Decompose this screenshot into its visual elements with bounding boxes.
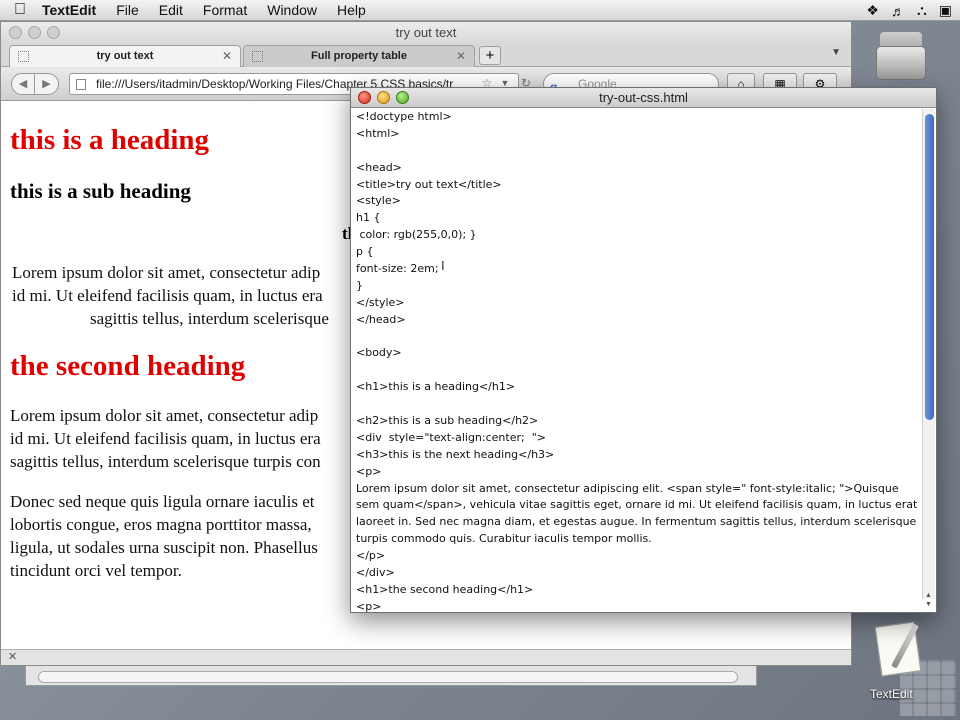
code-line: <style> (356, 194, 401, 208)
text-cursor-icon: I (441, 258, 445, 273)
code-line: <h1>the second heading</h1> (356, 582, 534, 596)
vertical-scrollbar[interactable] (922, 109, 935, 599)
textedit-title-bar[interactable]: try-out-css.html (351, 88, 936, 108)
paragraph-1-line-3: sagittis tellus, interdum scelerisque (90, 309, 329, 328)
code-line: laoreet in. Sed nec magna diam, et egest… (356, 515, 917, 529)
paragraph-1-line-1: Lorem ipsum dolor sit amet, consectetur … (12, 263, 321, 282)
wifi-icon[interactable]: ⛬ (917, 2, 927, 19)
paragraph-3-line-4: tincidunt orci vel tempor. (10, 561, 182, 580)
code-line: <h2>this is a sub heading</h2> (356, 414, 539, 428)
tab-close-icon[interactable]: ✕ (456, 46, 466, 67)
code-line: <h3>this is the next heading</h3> (356, 447, 555, 461)
code-line: <h1>this is a heading</h1> (356, 380, 516, 394)
menu-extras: ❖ ♬ ⛬ ▣ (866, 0, 952, 21)
menu-bar:  TextEdit File Edit Format Window Help … (0, 0, 960, 21)
close-icon[interactable] (358, 91, 371, 104)
menu-window[interactable]: Window (257, 2, 327, 18)
page-heading-second: the second heading (10, 350, 246, 382)
dock-label: TextEdit (870, 687, 913, 701)
minimize-icon[interactable] (28, 26, 41, 39)
code-line: <p> (356, 599, 382, 612)
tab-full-property-table[interactable]: Full property table ✕ (243, 45, 475, 67)
browser-window-controls (9, 26, 60, 39)
menu-format[interactable]: Format (193, 2, 257, 18)
paragraph-2-line-1: Lorem ipsum dolor sit amet, consectetur … (10, 406, 319, 425)
paragraph-3-line-1: Donec sed neque quis ligula ornare iacul… (10, 492, 315, 511)
scroll-thumb[interactable] (925, 114, 934, 420)
tab-list-chevron-down-icon[interactable]: ▼ (831, 47, 841, 58)
volume-icon[interactable]: ♬ (891, 3, 905, 19)
code-line: } (356, 278, 363, 292)
page-icon (76, 79, 86, 90)
paragraph-1-line-2: id mi. Ut eleifend facilisis quam, in lu… (12, 286, 323, 305)
navigation-buttons: ◀ ▶ (11, 73, 59, 95)
code-line: <!doctype html> (356, 110, 452, 123)
textedit-window-title: try-out-css.html (599, 90, 688, 105)
code-line: color: rgb(255,0,0); } (356, 228, 477, 242)
browser-title-bar[interactable]: try out text (1, 22, 851, 43)
textedit-window-controls (358, 91, 409, 104)
paragraph-2-line-3: sagittis tellus, interdum scelerisque tu… (10, 452, 321, 471)
code-line: </style> (356, 295, 405, 309)
code-line: <div style="text-align:center; "> (356, 430, 546, 444)
code-line: </p> (356, 549, 386, 563)
code-line: h1 { (356, 211, 381, 225)
tab-try-out-text[interactable]: try out text ✕ (9, 45, 241, 67)
textedit-window: try-out-css.html <!doctype html> <html> <h… (350, 87, 937, 613)
app-menu-textedit[interactable]: TextEdit (40, 2, 106, 18)
code-line: <p> (356, 464, 382, 478)
code-line: <head> (356, 160, 402, 174)
menu-help[interactable]: Help (327, 2, 376, 18)
zoom-icon[interactable] (47, 26, 60, 39)
code-line: Lorem ipsum dolor sit amet, consectetur … (356, 481, 899, 495)
tab-close-icon[interactable]: ✕ (222, 46, 232, 67)
textedit-dock-icon[interactable] (872, 621, 928, 678)
minimize-icon[interactable] (377, 91, 390, 104)
tab-label: try out text (96, 50, 154, 62)
menu-edit[interactable]: Edit (149, 2, 193, 18)
code-line: sem quam</span>, vehicula vitae sagittis… (356, 498, 918, 512)
apple-menu-icon[interactable]:  (0, 1, 40, 19)
code-line: </div> (356, 566, 395, 580)
code-line: turpis commodo quis. Curabitur iaculis t… (356, 532, 652, 546)
forward-arrow-icon[interactable]: ▶ (35, 73, 59, 95)
code-line: <body> (356, 346, 402, 360)
code-line: <title>try out text</title> (356, 177, 502, 191)
back-arrow-icon[interactable]: ◀ (11, 73, 35, 95)
tab-label: Full property table (311, 50, 407, 62)
code-line: <html> (356, 126, 400, 140)
page-sub-heading: this is a sub heading (10, 179, 191, 203)
battery-icon[interactable]: ▣ (939, 2, 952, 19)
scroll-arrows[interactable]: ▲ ▼ (922, 591, 935, 611)
horizontal-scrollbar[interactable] (38, 671, 738, 683)
hard-drive-icon[interactable] (876, 30, 926, 82)
zoom-icon[interactable] (396, 91, 409, 104)
paragraph-3-line-2: lobortis congue, eros magna porttitor ma… (10, 515, 312, 534)
tab-bar: try out text ✕ Full property table ✕ + ▼ (1, 43, 851, 67)
text-editor-area[interactable]: <!doctype html> <html> <head> <title>try ou… (351, 109, 923, 612)
paragraph-2-line-2: id mi. Ut eleifend facilisis quam, in lu… (10, 429, 321, 448)
new-tab-button[interactable]: + (479, 46, 501, 65)
menu-file[interactable]: File (106, 2, 149, 18)
page-heading-1: this is a heading (10, 124, 210, 156)
browser-window-title: try out text (395, 25, 457, 40)
browser-status-bar: ✕ (1, 649, 851, 665)
paragraph-3-line-3: ligula, ut sodales urna suscipit non. Ph… (10, 538, 318, 557)
addon-bar-close-icon[interactable]: ✕ (8, 651, 17, 663)
code-line: </head> (356, 312, 406, 326)
dropbox-icon[interactable]: ❖ (866, 2, 879, 19)
close-icon[interactable] (9, 26, 22, 39)
